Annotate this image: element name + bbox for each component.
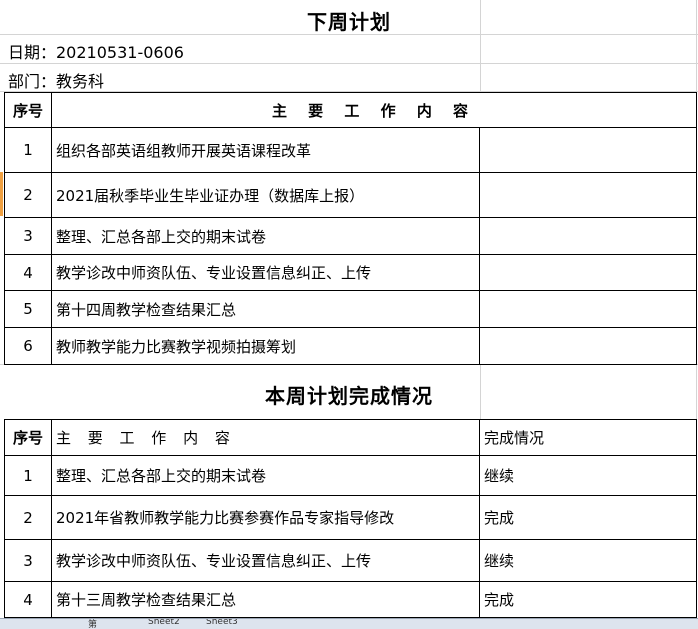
row-num[interactable]: 1	[4, 127, 52, 173]
header-num[interactable]: 序号	[4, 419, 52, 456]
table-row: 1 组织各部英语组教师开展英语课程改革	[4, 127, 697, 173]
row-status[interactable]: 完成	[479, 581, 697, 618]
row-task[interactable]: 第十四周教学检查结果汇总	[51, 290, 480, 328]
row-task[interactable]: 2021届秋季毕业生毕业证办理（数据库上报）	[51, 172, 480, 218]
header-main[interactable]: 主 要 工 作 内 容	[51, 92, 697, 128]
row-selection-marker	[0, 172, 3, 216]
table-row: 4 第十三周教学检查结果汇总 完成	[4, 581, 697, 618]
table-row: 1 整理、汇总各部上交的期末试卷 继续	[4, 455, 697, 496]
sheet-tab[interactable]: Sheet2	[148, 619, 180, 627]
header-num[interactable]: 序号	[4, 92, 52, 128]
table-row: 3 教学诊改中师资队伍、专业设置信息纠正、上传 继续	[4, 539, 697, 582]
spreadsheet-area: 下周计划 日期：20210531-0606 部门：教务科 序号 主 要 工 作 …	[0, 0, 698, 618]
header-main[interactable]: 主 要 工 作 内 容	[51, 419, 480, 456]
sheet-tab[interactable]: Sheet3	[206, 619, 238, 627]
row-num[interactable]: 3	[4, 217, 52, 255]
row-task[interactable]: 教师教学能力比赛教学视频拍摄筹划	[51, 327, 480, 365]
table-row: 3 整理、汇总各部上交的期末试卷	[4, 217, 697, 255]
table-row: 2 2021年省教师教学能力比赛参赛作品专家指导修改 完成	[4, 495, 697, 540]
table-row: 4 教学诊改中师资队伍、专业设置信息纠正、上传	[4, 254, 697, 291]
row-task[interactable]: 教学诊改中师资队伍、专业设置信息纠正、上传	[51, 254, 480, 291]
next-week-title: 下周计划	[307, 10, 391, 34]
sheet-tab-bar: 第 Sheet2 Sheet3	[0, 618, 698, 629]
row-status[interactable]: 继续	[479, 455, 697, 496]
row-extra[interactable]	[479, 172, 697, 218]
row-extra[interactable]	[479, 327, 697, 365]
row-extra[interactable]	[479, 127, 697, 173]
table-header-row: 序号 主 要 工 作 内 容 完成情况	[4, 419, 697, 456]
row-task[interactable]: 教学诊改中师资队伍、专业设置信息纠正、上传	[51, 539, 480, 582]
row-num[interactable]: 5	[4, 290, 52, 328]
this-week-title: 本周计划完成情况	[265, 384, 433, 408]
row-num[interactable]: 4	[4, 581, 52, 618]
dept-line: 部门：教务科	[8, 72, 105, 91]
date-line: 日期：20210531-0606	[8, 43, 184, 62]
table-row: 5 第十四周教学检查结果汇总	[4, 290, 697, 328]
row-num[interactable]: 3	[4, 539, 52, 582]
row-num[interactable]: 2	[4, 495, 52, 540]
row-extra[interactable]	[479, 217, 697, 255]
row-num[interactable]: 6	[4, 327, 52, 365]
header-status[interactable]: 完成情况	[479, 419, 697, 456]
row-num[interactable]: 4	[4, 254, 52, 291]
sheet-tab[interactable]: 第	[88, 619, 97, 629]
row-status[interactable]: 继续	[479, 539, 697, 582]
row-extra[interactable]	[479, 290, 697, 328]
next-week-table: 序号 主 要 工 作 内 容 1 组织各部英语组教师开展英语课程改革 2 202…	[4, 92, 697, 365]
row-num[interactable]: 1	[4, 455, 52, 496]
row-task[interactable]: 整理、汇总各部上交的期末试卷	[51, 217, 480, 255]
table-header-row: 序号 主 要 工 作 内 容	[4, 92, 697, 128]
table-row: 6 教师教学能力比赛教学视频拍摄筹划	[4, 327, 697, 365]
row-task[interactable]: 第十三周教学检查结果汇总	[51, 581, 480, 618]
row-extra[interactable]	[479, 254, 697, 291]
this-week-table: 序号 主 要 工 作 内 容 完成情况 1 整理、汇总各部上交的期末试卷 继续 …	[4, 419, 697, 618]
row-task[interactable]: 组织各部英语组教师开展英语课程改革	[51, 127, 480, 173]
row-status[interactable]: 完成	[479, 495, 697, 540]
row-task[interactable]: 2021年省教师教学能力比赛参赛作品专家指导修改	[51, 495, 480, 540]
gridline	[0, 63, 698, 64]
row-task[interactable]: 整理、汇总各部上交的期末试卷	[51, 455, 480, 496]
row-num[interactable]: 2	[4, 172, 52, 218]
table-row: 2 2021届秋季毕业生毕业证办理（数据库上报）	[4, 172, 697, 218]
